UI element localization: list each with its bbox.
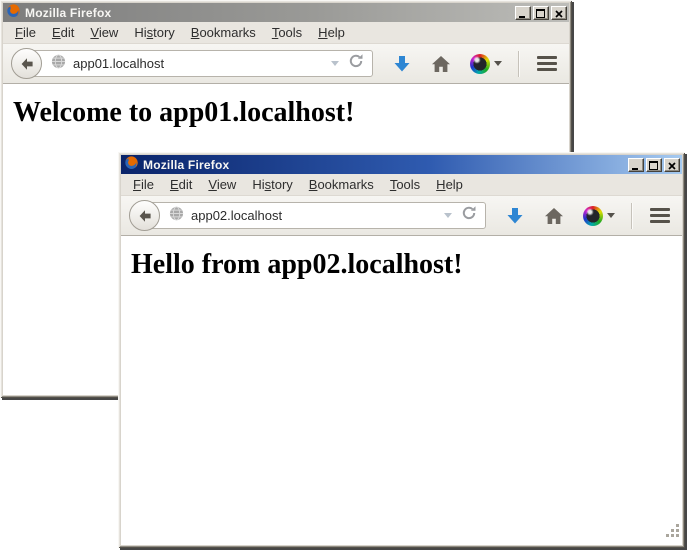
- download-icon: [505, 206, 525, 226]
- menu-button[interactable]: [650, 208, 670, 223]
- minimize-button[interactable]: [628, 158, 644, 172]
- menu-item-tools[interactable]: Tools: [382, 175, 428, 194]
- close-button[interactable]: [664, 158, 680, 172]
- titlebar[interactable]: Mozilla Firefox: [3, 3, 569, 22]
- firefox-logo-icon: [124, 155, 139, 175]
- menubar: File Edit View History Bookmarks Tools H…: [121, 174, 682, 196]
- maximize-button[interactable]: [646, 158, 662, 172]
- menu-item-edit[interactable]: Edit: [44, 23, 82, 42]
- urlbar-dropdown-icon[interactable]: [331, 61, 339, 66]
- back-icon: [137, 208, 153, 224]
- globe-icon[interactable]: [169, 206, 184, 226]
- globe-icon[interactable]: [51, 54, 66, 74]
- url-bar[interactable]: app02.localhost: [144, 202, 486, 229]
- menu-item-view[interactable]: View: [200, 175, 244, 194]
- nav-toolbar: app02.localhost: [121, 196, 682, 236]
- toolbar-separator: [631, 203, 632, 229]
- close-button[interactable]: [551, 6, 567, 20]
- url-bar[interactable]: app01.localhost: [26, 50, 373, 77]
- page-heading: Welcome to app01.localhost!: [13, 97, 569, 129]
- menu-item-history[interactable]: History: [244, 175, 300, 194]
- chevron-down-icon: [607, 213, 615, 218]
- menu-item-help[interactable]: Help: [428, 175, 471, 194]
- menubar: File Edit View History Bookmarks Tools H…: [3, 22, 569, 44]
- toolbar-separator: [518, 51, 519, 77]
- home-icon: [544, 207, 564, 225]
- download-button[interactable]: [392, 54, 412, 74]
- maximize-button[interactable]: [533, 6, 549, 20]
- reload-icon: [461, 205, 477, 221]
- home-button[interactable]: [544, 207, 564, 225]
- firefox-logo-icon: [6, 3, 21, 23]
- url-text[interactable]: app02.localhost: [191, 208, 282, 223]
- urlbar-dropdown-icon[interactable]: [444, 213, 452, 218]
- menu-item-bookmarks[interactable]: Bookmarks: [301, 175, 382, 194]
- menu-item-help[interactable]: Help: [310, 23, 353, 42]
- download-icon: [392, 54, 412, 74]
- menu-item-file[interactable]: File: [7, 23, 44, 42]
- reload-icon: [348, 53, 364, 69]
- front-browser-window: Mozilla Firefox File Edit View History B…: [118, 152, 685, 548]
- menu-item-view[interactable]: View: [82, 23, 126, 42]
- menu-button[interactable]: [537, 56, 557, 71]
- extension-button[interactable]: [470, 54, 502, 74]
- url-text[interactable]: app01.localhost: [73, 56, 164, 71]
- chevron-down-icon: [494, 61, 502, 66]
- reload-button[interactable]: [348, 53, 364, 74]
- home-icon: [431, 55, 451, 73]
- back-button[interactable]: [11, 48, 42, 79]
- menu-item-history[interactable]: History: [126, 23, 182, 42]
- menu-item-edit[interactable]: Edit: [162, 175, 200, 194]
- extension-icon: [583, 206, 603, 226]
- page-heading: Hello from app02.localhost!: [131, 249, 682, 281]
- reload-button[interactable]: [461, 205, 477, 226]
- content-area: Hello from app02.localhost!: [121, 236, 682, 545]
- menu-item-bookmarks[interactable]: Bookmarks: [183, 23, 264, 42]
- window-title: Mozilla Firefox: [25, 6, 111, 20]
- extension-icon: [470, 54, 490, 74]
- back-icon: [19, 56, 35, 72]
- resize-grip[interactable]: [665, 523, 681, 544]
- nav-toolbar: app01.localhost: [3, 44, 569, 84]
- back-button[interactable]: [129, 200, 160, 231]
- menu-item-tools[interactable]: Tools: [264, 23, 310, 42]
- download-button[interactable]: [505, 206, 525, 226]
- minimize-button[interactable]: [515, 6, 531, 20]
- menu-item-file[interactable]: File: [125, 175, 162, 194]
- home-button[interactable]: [431, 55, 451, 73]
- window-title: Mozilla Firefox: [143, 158, 229, 172]
- extension-button[interactable]: [583, 206, 615, 226]
- titlebar[interactable]: Mozilla Firefox: [121, 155, 682, 174]
